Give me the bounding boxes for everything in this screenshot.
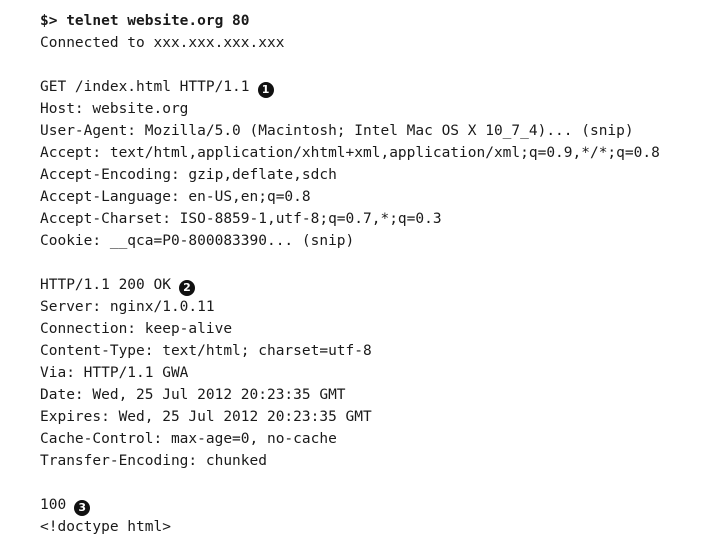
body-first-line: <!doctype html>	[40, 519, 171, 535]
header-line: Date: Wed, 25 Jul 2012 20:23:35 GMT	[40, 387, 346, 403]
connection-status: Connected to xxx.xxx.xxx.xxx	[40, 35, 285, 51]
callout-2: 2	[178, 280, 195, 296]
code-listing: $> telnet website.org 80 Connected to xx…	[40, 10, 710, 538]
header-line: Expires: Wed, 25 Jul 2012 20:23:35 GMT	[40, 409, 372, 425]
request-line: GET /index.html HTTP/1.1	[40, 79, 250, 95]
status-line: HTTP/1.1 200 OK	[40, 277, 171, 293]
header-line: Content-Type: text/html; charset=utf-8	[40, 343, 372, 359]
header-line: Host: website.org	[40, 101, 189, 117]
request-line-row: GET /index.html HTTP/1.1 1	[40, 76, 710, 98]
response-headers: Server: nginx/1.0.11 Connection: keep-ali…	[40, 296, 710, 472]
callout-3: 3	[74, 500, 91, 516]
header-line: Accept-Encoding: gzip,deflate,sdch	[40, 167, 337, 183]
telnet-command: $> telnet website.org 80	[40, 13, 250, 29]
chunk-size: 100	[40, 497, 67, 513]
status-line-row: HTTP/1.1 200 OK 2	[40, 274, 710, 296]
chunk-size-row: 100 3	[40, 494, 710, 516]
header-line: Accept-Language: en-US,en;q=0.8	[40, 189, 311, 205]
callout-1: 1	[257, 82, 274, 98]
header-line: User-Agent: Mozilla/5.0 (Macintosh; Inte…	[40, 123, 634, 139]
header-line: Accept-Charset: ISO-8859-1,utf-8;q=0.7,*…	[40, 211, 442, 227]
header-line: Connection: keep-alive	[40, 321, 233, 337]
header-line: Accept: text/html,application/xhtml+xml,…	[40, 145, 660, 161]
header-line: Transfer-Encoding: chunked	[40, 453, 267, 469]
header-line: Via: HTTP/1.1 GWA	[40, 365, 189, 381]
request-headers: Host: website.org User-Agent: Mozilla/5.0…	[40, 98, 710, 252]
header-line: Cache-Control: max-age=0, no-cache	[40, 431, 337, 447]
header-line: Server: nginx/1.0.11	[40, 299, 215, 315]
header-line: Cookie: __qca=P0-800083390... (snip)	[40, 233, 355, 249]
